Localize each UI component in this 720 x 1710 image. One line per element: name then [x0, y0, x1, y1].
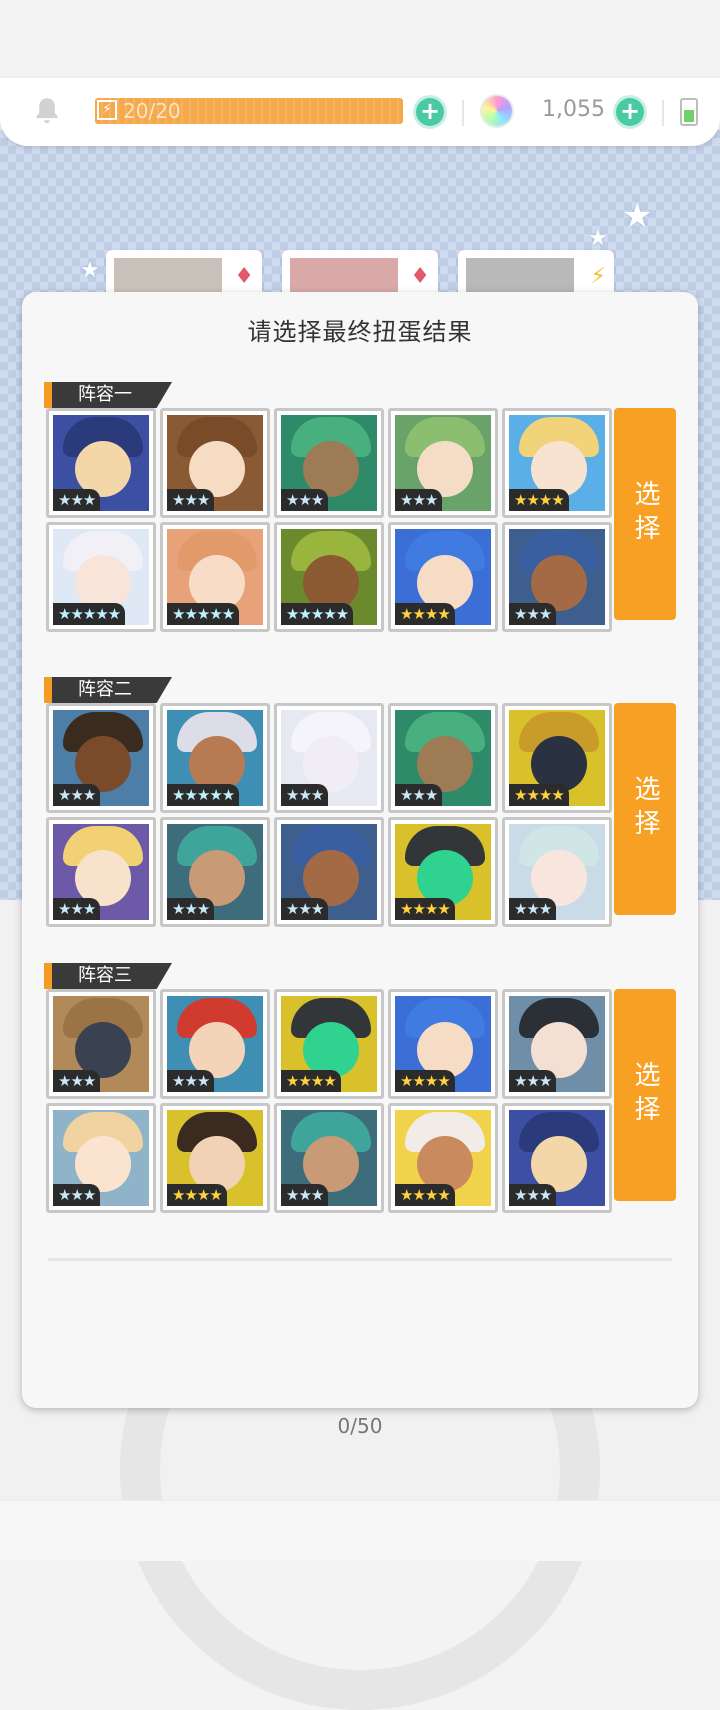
hero-card[interactable]: ★★★★	[388, 522, 498, 632]
lineup-group: 阵容二 ★★★ ★★★★★ ★★★ ★★★ ★★★★ ★★★ ★★★ ★★★ ★★★★ ★★★ 选…	[22, 677, 698, 927]
hero-card[interactable]: ★★★★	[388, 1103, 498, 1213]
star-rating: ★★★★★	[281, 603, 354, 625]
hero-card[interactable]: ★★★	[46, 1103, 156, 1213]
lineup-label: 阵容二	[44, 677, 172, 703]
star-rating: ★★★★	[395, 603, 455, 625]
gem-count: 1,055	[542, 97, 605, 122]
select-lineup-button[interactable]: 选择	[614, 703, 676, 915]
hero-card[interactable]: ★★★★★	[160, 522, 270, 632]
hero-card[interactable]: ★★★	[502, 522, 612, 632]
star-rating: ★★★	[509, 898, 557, 920]
hero-card[interactable]: ★★★	[502, 1103, 612, 1213]
hero-card[interactable]: ★★★	[274, 1103, 384, 1213]
hero-card[interactable]: ★★★★	[160, 1103, 270, 1213]
diamond-suit-icon: ♦	[234, 264, 254, 289]
star-rating: ★★★	[53, 898, 101, 920]
resource-bar: ⚡ 20/20 + 1,055 +	[0, 78, 720, 146]
star-rating: ★★★★★	[167, 784, 240, 806]
hero-card[interactable]: ★★★★★	[46, 522, 156, 632]
star-rating: ★★★★	[395, 1184, 455, 1206]
stamina-bar: ⚡ 20/20	[95, 98, 403, 124]
bell-icon[interactable]	[30, 94, 64, 128]
hero-card[interactable]: ★★★	[274, 817, 384, 927]
hero-card[interactable]: ★★★	[160, 817, 270, 927]
star-rating: ★★★	[53, 489, 101, 511]
add-gems-button[interactable]: +	[616, 98, 644, 126]
hero-card[interactable]: ★★★	[502, 817, 612, 927]
star-rating: ★★★	[53, 1184, 101, 1206]
select-lineup-button[interactable]: 选择	[614, 408, 676, 620]
lightning-icon: ⚡	[590, 264, 606, 289]
hero-card[interactable]: ★★★	[160, 408, 270, 518]
gacha-result-dialog: 请选择最终扭蛋结果 阵容一 ★★★ ★★★ ★★★ ★★★ ★★★★ ★★★★★ ★★★★★…	[22, 292, 698, 1408]
lineup-group: 阵容三 ★★★ ★★★ ★★★★ ★★★★ ★★★ ★★★ ★★★★ ★★★ ★★★★ ★★★ 选…	[22, 963, 698, 1213]
select-lineup-button[interactable]: 选择	[614, 989, 676, 1201]
hero-card[interactable]: ★★★	[274, 703, 384, 813]
star-rating: ★★★★	[281, 1070, 341, 1092]
hero-card[interactable]: ★★★★	[502, 408, 612, 518]
lightning-icon: ⚡	[97, 100, 117, 120]
star-rating: ★★★★★	[167, 603, 240, 625]
stamina-value: 20/20	[123, 99, 181, 123]
hero-card[interactable]: ★★★	[46, 817, 156, 927]
diamond-suit-icon: ♦	[410, 264, 430, 289]
hero-card[interactable]: ★★★	[388, 408, 498, 518]
star-rating: ★★★	[167, 898, 215, 920]
star-rating: ★★★	[53, 784, 101, 806]
star-rating: ★★★	[509, 1070, 557, 1092]
hero-grid: ★★★ ★★★ ★★★ ★★★ ★★★★ ★★★★★ ★★★★★ ★★★★★ ★★★★ ★★★	[46, 408, 614, 632]
star-rating: ★★★	[395, 784, 443, 806]
star-rating: ★★★	[281, 1184, 329, 1206]
star-rating: ★★★	[509, 1184, 557, 1206]
add-stamina-button[interactable]: +	[416, 98, 444, 126]
divider	[662, 100, 664, 126]
star-rating: ★★★	[167, 489, 215, 511]
star-rating: ★★★★★	[53, 603, 126, 625]
star-decoration-icon: ★	[588, 226, 608, 251]
hero-card[interactable]: ★★★★	[388, 817, 498, 927]
hero-card[interactable]: ★★★	[388, 703, 498, 813]
hero-card[interactable]: ★★★★	[388, 989, 498, 1099]
hero-card[interactable]: ★★★	[160, 989, 270, 1099]
hero-card[interactable]: ★★★	[46, 989, 156, 1099]
hero-card[interactable]: ★★★	[46, 408, 156, 518]
hero-card[interactable]: ★★★★★	[160, 703, 270, 813]
star-rating: ★★★	[53, 1070, 101, 1092]
star-decoration-icon: ★	[80, 258, 100, 283]
hero-grid: ★★★★★★★★★★★★★★★★★★★★★★★★★★★★★★★★★★	[46, 989, 614, 1213]
select-label: 选择	[630, 480, 660, 548]
star-rating: ★★★	[509, 603, 557, 625]
star-rating: ★★★★	[509, 489, 569, 511]
hero-card[interactable]: ★★★	[502, 989, 612, 1099]
star-rating: ★★★	[281, 489, 329, 511]
select-label: 选择	[630, 775, 660, 843]
hero-card[interactable]: ★★★★★	[274, 522, 384, 632]
hero-card[interactable]: ★★★★	[274, 989, 384, 1099]
select-label: 选择	[630, 1061, 660, 1129]
divider	[462, 100, 464, 126]
hero-card[interactable]: ★★★	[274, 408, 384, 518]
star-rating: ★★★★	[395, 1070, 455, 1092]
bottom-bar	[0, 1500, 720, 1561]
star-rating: ★★★★	[167, 1184, 227, 1206]
hero-card[interactable]: ★★★★	[502, 703, 612, 813]
lineup-group: 阵容一 ★★★ ★★★ ★★★ ★★★ ★★★★ ★★★★★ ★★★★★ ★★★★★ ★★★★ ★…	[22, 382, 698, 632]
star-decoration-icon: ★	[622, 196, 653, 236]
battery-icon	[680, 98, 698, 126]
lineup-label: 阵容三	[44, 963, 172, 989]
star-rating: ★★★	[281, 784, 329, 806]
star-rating: ★★★	[395, 489, 443, 511]
hero-grid: ★★★★★★★★★★★★★★★★★★★★★★★★★★★★★★★★★★	[46, 703, 614, 927]
star-rating: ★★★★	[395, 898, 455, 920]
star-rating: ★★★	[167, 1070, 215, 1092]
lineup-label: 阵容一	[44, 382, 172, 408]
hero-card[interactable]: ★★★	[46, 703, 156, 813]
pull-counter: 0/50	[337, 1414, 383, 1438]
star-rating: ★★★★	[509, 784, 569, 806]
divider	[48, 1258, 672, 1261]
dialog-title: 请选择最终扭蛋结果	[247, 318, 473, 346]
gem-icon	[482, 96, 512, 126]
star-rating: ★★★	[281, 898, 329, 920]
